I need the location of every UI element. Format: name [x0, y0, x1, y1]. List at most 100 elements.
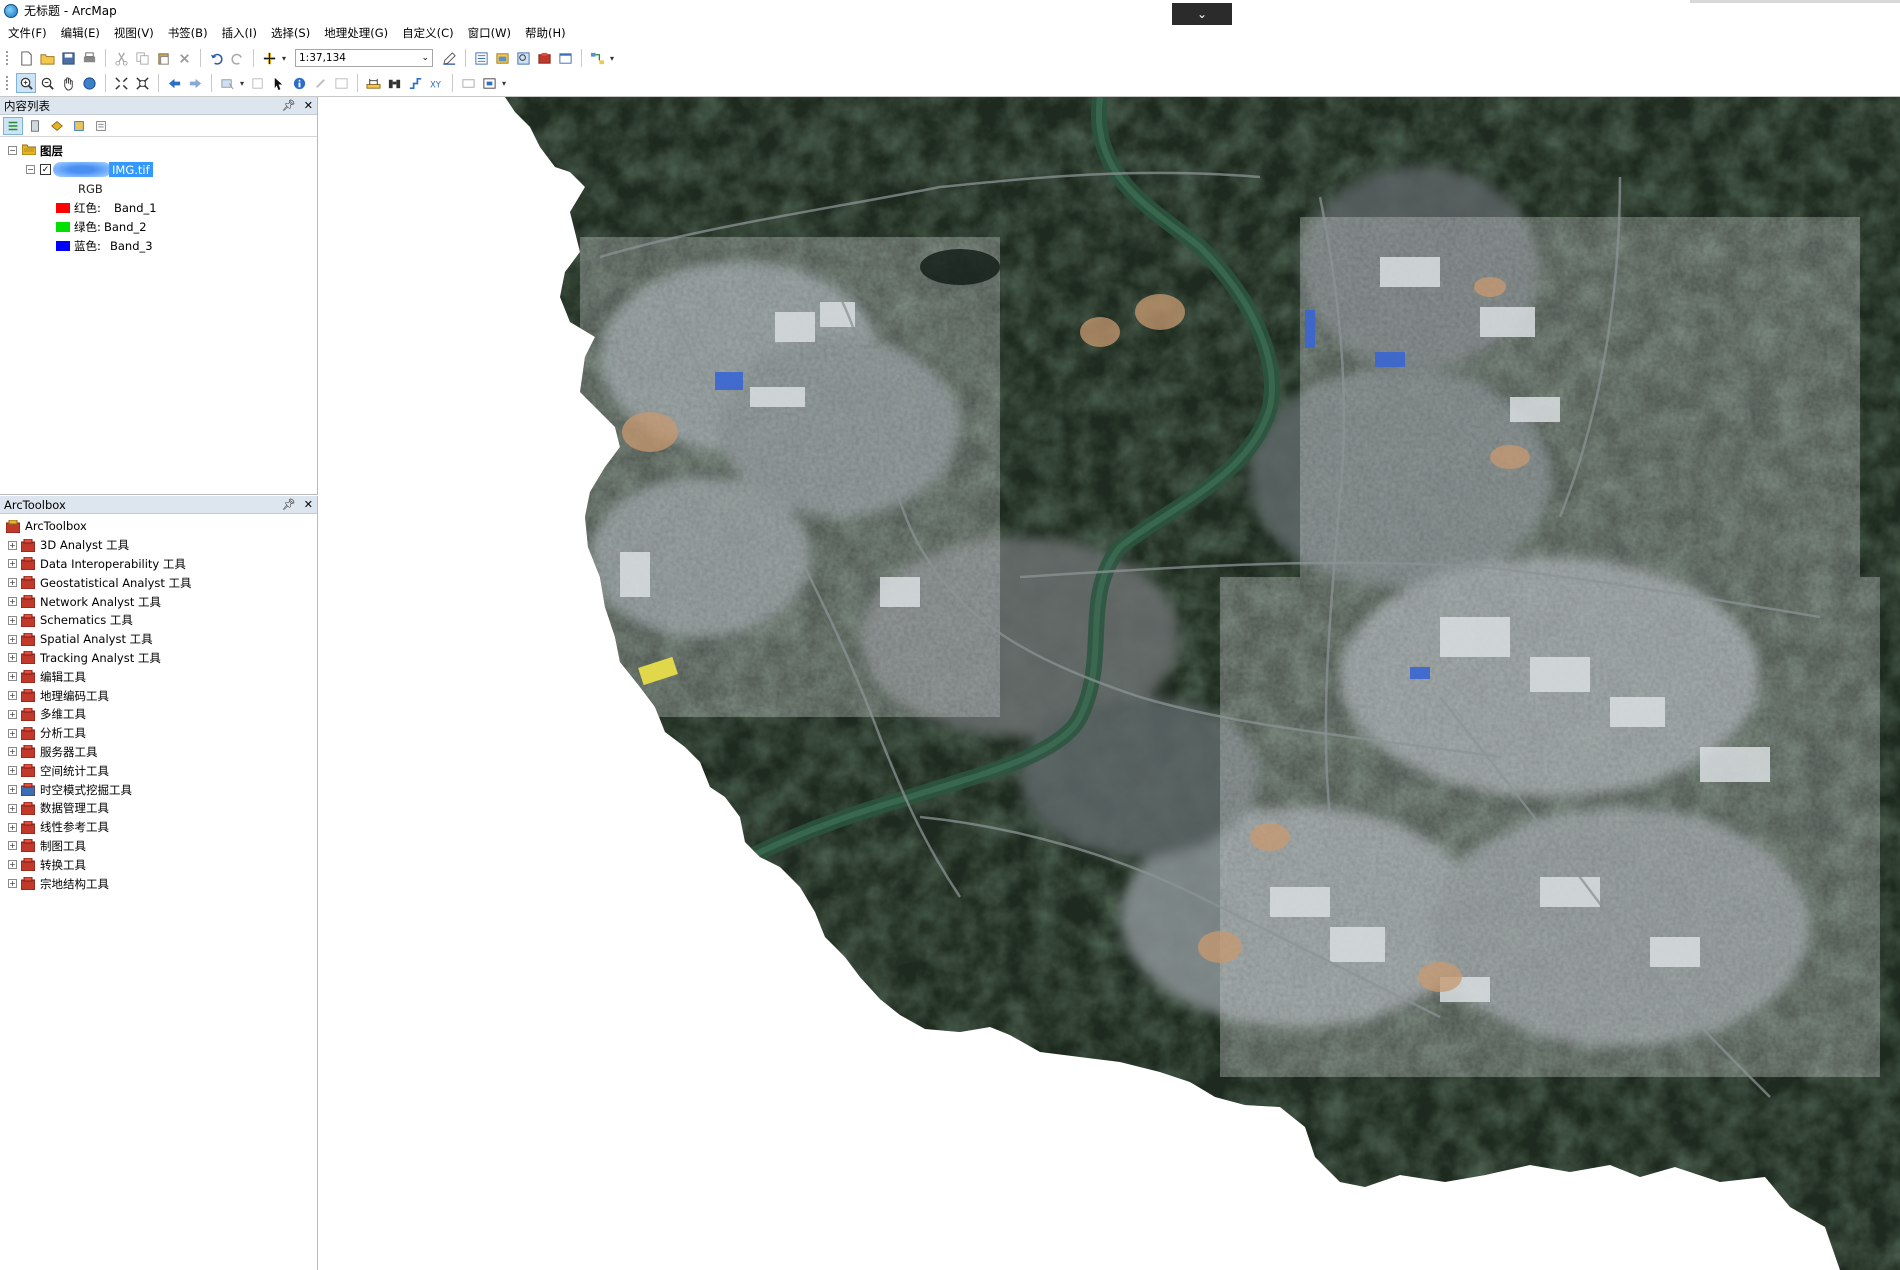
model-builder-icon[interactable]	[587, 48, 607, 68]
toolbar-options-dropdown[interactable]: ▾	[608, 48, 616, 68]
expand-toggle[interactable]: +	[8, 860, 17, 870]
editor-toolbar-icon[interactable]	[439, 48, 459, 68]
fixed-zoom-out-icon[interactable]	[132, 73, 152, 93]
expand-toggle[interactable]: +	[8, 785, 17, 795]
html-popup-icon[interactable]	[331, 73, 351, 93]
measure-ruler-icon[interactable]	[363, 73, 383, 93]
expand-toggle[interactable]: +	[8, 841, 17, 851]
menu-insert[interactable]: 插入(I)	[222, 25, 257, 41]
toolbox-item[interactable]: + 转换工具	[0, 855, 317, 874]
close-icon[interactable]: ✕	[304, 99, 313, 112]
toolbox-item[interactable]: + Tracking Analyst 工具	[0, 649, 317, 668]
toolbox-item[interactable]: + 数据管理工具	[0, 799, 317, 818]
copy-icon[interactable]	[132, 48, 152, 68]
expand-toggle[interactable]: +	[8, 728, 17, 738]
expand-toggle[interactable]: +	[8, 822, 17, 832]
toolbox-item[interactable]: + 多维工具	[0, 705, 317, 724]
raster-layer-row[interactable]: − ✓ IMG.tif	[0, 160, 317, 179]
full-extent-globe-icon[interactable]	[79, 73, 99, 93]
toolbox-item[interactable]: + 时空模式挖掘工具	[0, 780, 317, 799]
toolbar-options-dropdown[interactable]: ▾	[500, 73, 508, 93]
menu-customize[interactable]: 自定义(C)	[402, 25, 454, 41]
toolbox-item[interactable]: + Network Analyst 工具	[0, 592, 317, 611]
arctoolbox-root-row[interactable]: ArcToolbox	[0, 517, 317, 536]
identify-info-icon[interactable]	[289, 73, 309, 93]
list-by-selection-icon[interactable]	[69, 117, 89, 135]
close-icon[interactable]: ✕	[304, 498, 313, 511]
menu-bookmarks[interactable]: 书签(B)	[168, 25, 208, 41]
find-route-icon[interactable]	[405, 73, 425, 93]
satellite-raster-image[interactable]	[320, 97, 1900, 1270]
layer-name-label[interactable]: IMG.tif	[109, 162, 153, 177]
toolbox-item[interactable]: +3D Analyst 工具	[0, 536, 317, 555]
pan-hand-icon[interactable]	[58, 73, 78, 93]
list-by-visibility-icon[interactable]	[47, 117, 67, 135]
python-window-icon[interactable]	[555, 48, 575, 68]
expand-toggle[interactable]: +	[8, 709, 17, 719]
expand-toggle[interactable]: +	[8, 597, 17, 607]
go-back-arrow-icon[interactable]	[164, 73, 184, 93]
toolbox-item[interactable]: + 分析工具	[0, 724, 317, 743]
expand-toggle[interactable]: +	[8, 803, 17, 813]
collapse-toggle[interactable]: −	[26, 165, 35, 174]
select-dropdown-icon[interactable]: ▾	[238, 73, 246, 93]
cut-icon[interactable]	[111, 48, 131, 68]
zoom-in-icon[interactable]	[16, 73, 36, 93]
toolbox-item[interactable]: + Geostatistical Analyst 工具	[0, 573, 317, 592]
menu-selection[interactable]: 选择(S)	[271, 25, 310, 41]
menu-edit[interactable]: 编辑(E)	[61, 25, 100, 41]
delete-icon[interactable]	[174, 48, 194, 68]
expand-toggle[interactable]: +	[8, 559, 17, 569]
search-window-icon[interactable]	[513, 48, 533, 68]
create-viewer-window-icon[interactable]	[479, 73, 499, 93]
expand-toggle[interactable]: +	[8, 540, 17, 550]
layer-visibility-checkbox[interactable]: ✓	[40, 164, 51, 175]
table-of-contents-window-icon[interactable]	[471, 48, 491, 68]
menu-windows[interactable]: 窗口(W)	[468, 25, 511, 41]
arctoolbox-window-icon[interactable]	[534, 48, 554, 68]
fixed-zoom-in-icon[interactable]	[111, 73, 131, 93]
add-data-icon[interactable]	[259, 48, 279, 68]
toolbox-item[interactable]: + 空间统计工具	[0, 761, 317, 780]
expand-toggle[interactable]: +	[8, 672, 17, 682]
collapse-toggle[interactable]: −	[8, 146, 17, 155]
open-folder-icon[interactable]	[37, 48, 57, 68]
go-to-xy-icon[interactable]: XY	[426, 73, 446, 93]
expand-toggle[interactable]: +	[8, 578, 17, 588]
save-icon[interactable]	[58, 48, 78, 68]
toolbox-item[interactable]: + Spatial Analyst 工具	[0, 630, 317, 649]
add-data-dropdown-icon[interactable]: ▾	[280, 48, 288, 68]
toolbox-item[interactable]: + 制图工具	[0, 837, 317, 856]
select-features-icon[interactable]	[217, 73, 237, 93]
layers-root-row[interactable]: − 图层	[0, 141, 317, 160]
collapse-ribbon-button[interactable]: ⌄	[1172, 3, 1232, 25]
menu-file[interactable]: 文件(F)	[8, 25, 47, 41]
time-slider-icon[interactable]	[458, 73, 478, 93]
toolbar-grip[interactable]	[6, 76, 12, 90]
map-view[interactable]	[320, 97, 1900, 1270]
toolbox-item[interactable]: + Data Interoperability 工具	[0, 555, 317, 574]
expand-toggle[interactable]: +	[8, 747, 17, 757]
pin-icon[interactable]: 📌︎	[282, 498, 296, 511]
go-forward-arrow-icon[interactable]	[185, 73, 205, 93]
toc-options-icon[interactable]	[91, 117, 111, 135]
print-icon[interactable]	[79, 48, 99, 68]
catalog-window-icon[interactable]	[492, 48, 512, 68]
expand-toggle[interactable]: +	[8, 766, 17, 776]
find-binoculars-icon[interactable]	[384, 73, 404, 93]
menu-help[interactable]: 帮助(H)	[525, 25, 566, 41]
expand-toggle[interactable]: +	[8, 653, 17, 663]
pin-icon[interactable]: 📌︎	[282, 99, 296, 112]
undo-icon[interactable]	[206, 48, 226, 68]
expand-toggle[interactable]: +	[8, 634, 17, 644]
toolbox-item[interactable]: + 线性参考工具	[0, 818, 317, 837]
map-scale-combobox[interactable]: 1:37,134 ⌄	[295, 49, 433, 67]
paste-icon[interactable]	[153, 48, 173, 68]
select-elements-arrow-icon[interactable]	[268, 73, 288, 93]
list-by-drawing-order-icon[interactable]	[3, 116, 23, 135]
menu-view[interactable]: 视图(V)	[114, 25, 154, 41]
toolbox-item[interactable]: + 编辑工具	[0, 667, 317, 686]
list-by-source-icon[interactable]	[25, 117, 45, 135]
expand-toggle[interactable]: +	[8, 615, 17, 625]
redo-icon[interactable]	[227, 48, 247, 68]
